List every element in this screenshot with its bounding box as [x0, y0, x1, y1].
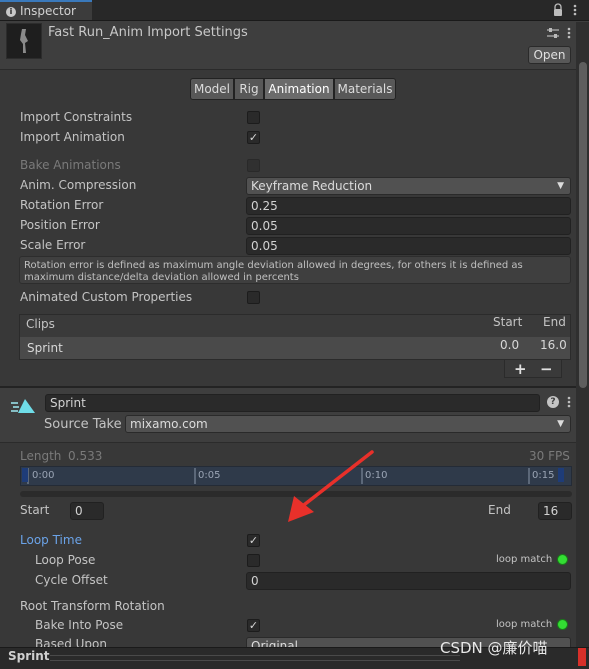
tab-rig[interactable]: Rig	[234, 78, 264, 100]
loop-match-label: loop match	[496, 554, 553, 565]
tab-inspector[interactable]: i Inspector	[0, 0, 92, 20]
anim-compression-dropdown[interactable]: Keyframe Reduction ▼	[246, 177, 571, 195]
loop-time-label: Loop Time	[20, 533, 82, 547]
cycle-offset-field[interactable]: 0	[246, 572, 571, 590]
lock-icon[interactable]	[553, 3, 563, 17]
animated-custom-properties-checkbox[interactable]	[247, 291, 260, 304]
kebab-menu-icon[interactable]	[572, 3, 578, 17]
source-take-value: mixamo.com	[130, 417, 208, 431]
open-button[interactable]: Open	[528, 46, 571, 64]
clips-start-header: Start	[493, 315, 523, 329]
asset-thumbnail	[6, 23, 42, 59]
clip-row-name: Sprint	[27, 341, 63, 355]
animated-custom-properties-label: Animated Custom Properties	[20, 290, 193, 304]
preset-icon[interactable]	[546, 27, 560, 39]
timeline-tick-label-0: 0:00	[32, 470, 55, 481]
loop-time-checkbox[interactable]: ✓	[247, 534, 260, 547]
animation-clip-icon	[10, 397, 36, 415]
preview-drag-handle[interactable]	[50, 655, 460, 661]
red-arrow-annotation	[280, 448, 376, 526]
tab-animation[interactable]: Animation	[264, 78, 334, 100]
clip-row-end: 16.0	[540, 338, 567, 352]
resize-handle-icon[interactable]	[578, 648, 586, 666]
chevron-down-icon: ▼	[557, 419, 564, 429]
asset-title: Fast Run_Anim Import Settings	[48, 25, 248, 40]
clip-row[interactable]	[20, 337, 570, 359]
bake-into-pose-label: Bake Into Pose	[35, 618, 124, 632]
anim-compression-label: Anim. Compression	[20, 178, 137, 192]
loop-pose-label: Loop Pose	[35, 553, 96, 567]
bake-into-pose-checkbox[interactable]: ✓	[247, 619, 260, 632]
loop-pose-checkbox[interactable]	[247, 554, 260, 567]
based-upon-label: Based Upon	[35, 637, 107, 647]
position-error-field[interactable]: 0.05	[246, 217, 571, 235]
clip-name-field[interactable]: Sprint	[45, 394, 540, 412]
rotation-error-label: Rotation Error	[20, 198, 104, 212]
scale-error-label: Scale Error	[20, 238, 86, 252]
source-take-label: Source Take	[44, 417, 122, 432]
loop-match-indicator-2	[557, 619, 568, 630]
length-label: Length	[20, 449, 62, 463]
source-take-dropdown[interactable]: mixamo.com ▼	[125, 415, 571, 433]
timeline-tick-label-3: 0:15	[532, 470, 555, 481]
chevron-down-icon: ▼	[557, 181, 564, 191]
help-box: Rotation error is defined as maximum ang…	[19, 256, 571, 284]
import-constraints-label: Import Constraints	[20, 110, 133, 124]
clips-buttons-bg	[504, 360, 562, 378]
header-menu-icon[interactable]	[566, 26, 572, 40]
watermark: CSDN @廉价喵	[440, 639, 548, 657]
clip-menu-icon[interactable]	[566, 395, 572, 409]
timeline-tick-label-1: 0:05	[198, 470, 221, 481]
scale-error-field[interactable]: 0.05	[246, 237, 571, 255]
info-icon: i	[6, 7, 16, 17]
add-clip-button[interactable]: +	[514, 360, 527, 378]
preview-clip-label: Sprint	[8, 649, 50, 663]
end-field[interactable]: 16	[538, 502, 572, 520]
remove-clip-button[interactable]: −	[540, 360, 553, 378]
help-icon[interactable]: ?	[547, 396, 559, 408]
fps-label: 30 FPS	[529, 449, 570, 463]
length-value: 0.533	[68, 449, 103, 463]
anim-compression-value: Keyframe Reduction	[251, 179, 373, 193]
root-transform-rotation-label: Root Transform Rotation	[20, 599, 165, 613]
loop-match-indicator	[557, 554, 568, 565]
start-label: Start	[20, 503, 50, 517]
import-constraints-checkbox[interactable]	[247, 111, 260, 124]
tab-inspector-label: Inspector	[20, 4, 76, 18]
tab-model[interactable]: Model	[190, 78, 234, 100]
clips-header: Clips	[26, 317, 55, 331]
import-animation-checkbox[interactable]: ✓	[247, 131, 260, 144]
end-label: End	[488, 503, 511, 517]
based-upon-value: Original	[251, 639, 298, 647]
import-animation-label: Import Animation	[20, 130, 125, 144]
clips-end-header: End	[543, 315, 566, 329]
clip-row-start: 0.0	[500, 338, 520, 352]
loop-match-label-2: loop match	[496, 619, 553, 630]
rotation-error-field[interactable]: 0.25	[246, 197, 571, 215]
cycle-offset-label: Cycle Offset	[35, 573, 108, 587]
position-error-label: Position Error	[20, 218, 100, 232]
bake-animations-checkbox	[247, 159, 260, 172]
bake-animations-label: Bake Animations	[20, 158, 121, 172]
scrollbar-thumb[interactable]	[579, 62, 587, 388]
tab-materials[interactable]: Materials	[334, 78, 396, 100]
start-field[interactable]: 0	[70, 502, 104, 520]
